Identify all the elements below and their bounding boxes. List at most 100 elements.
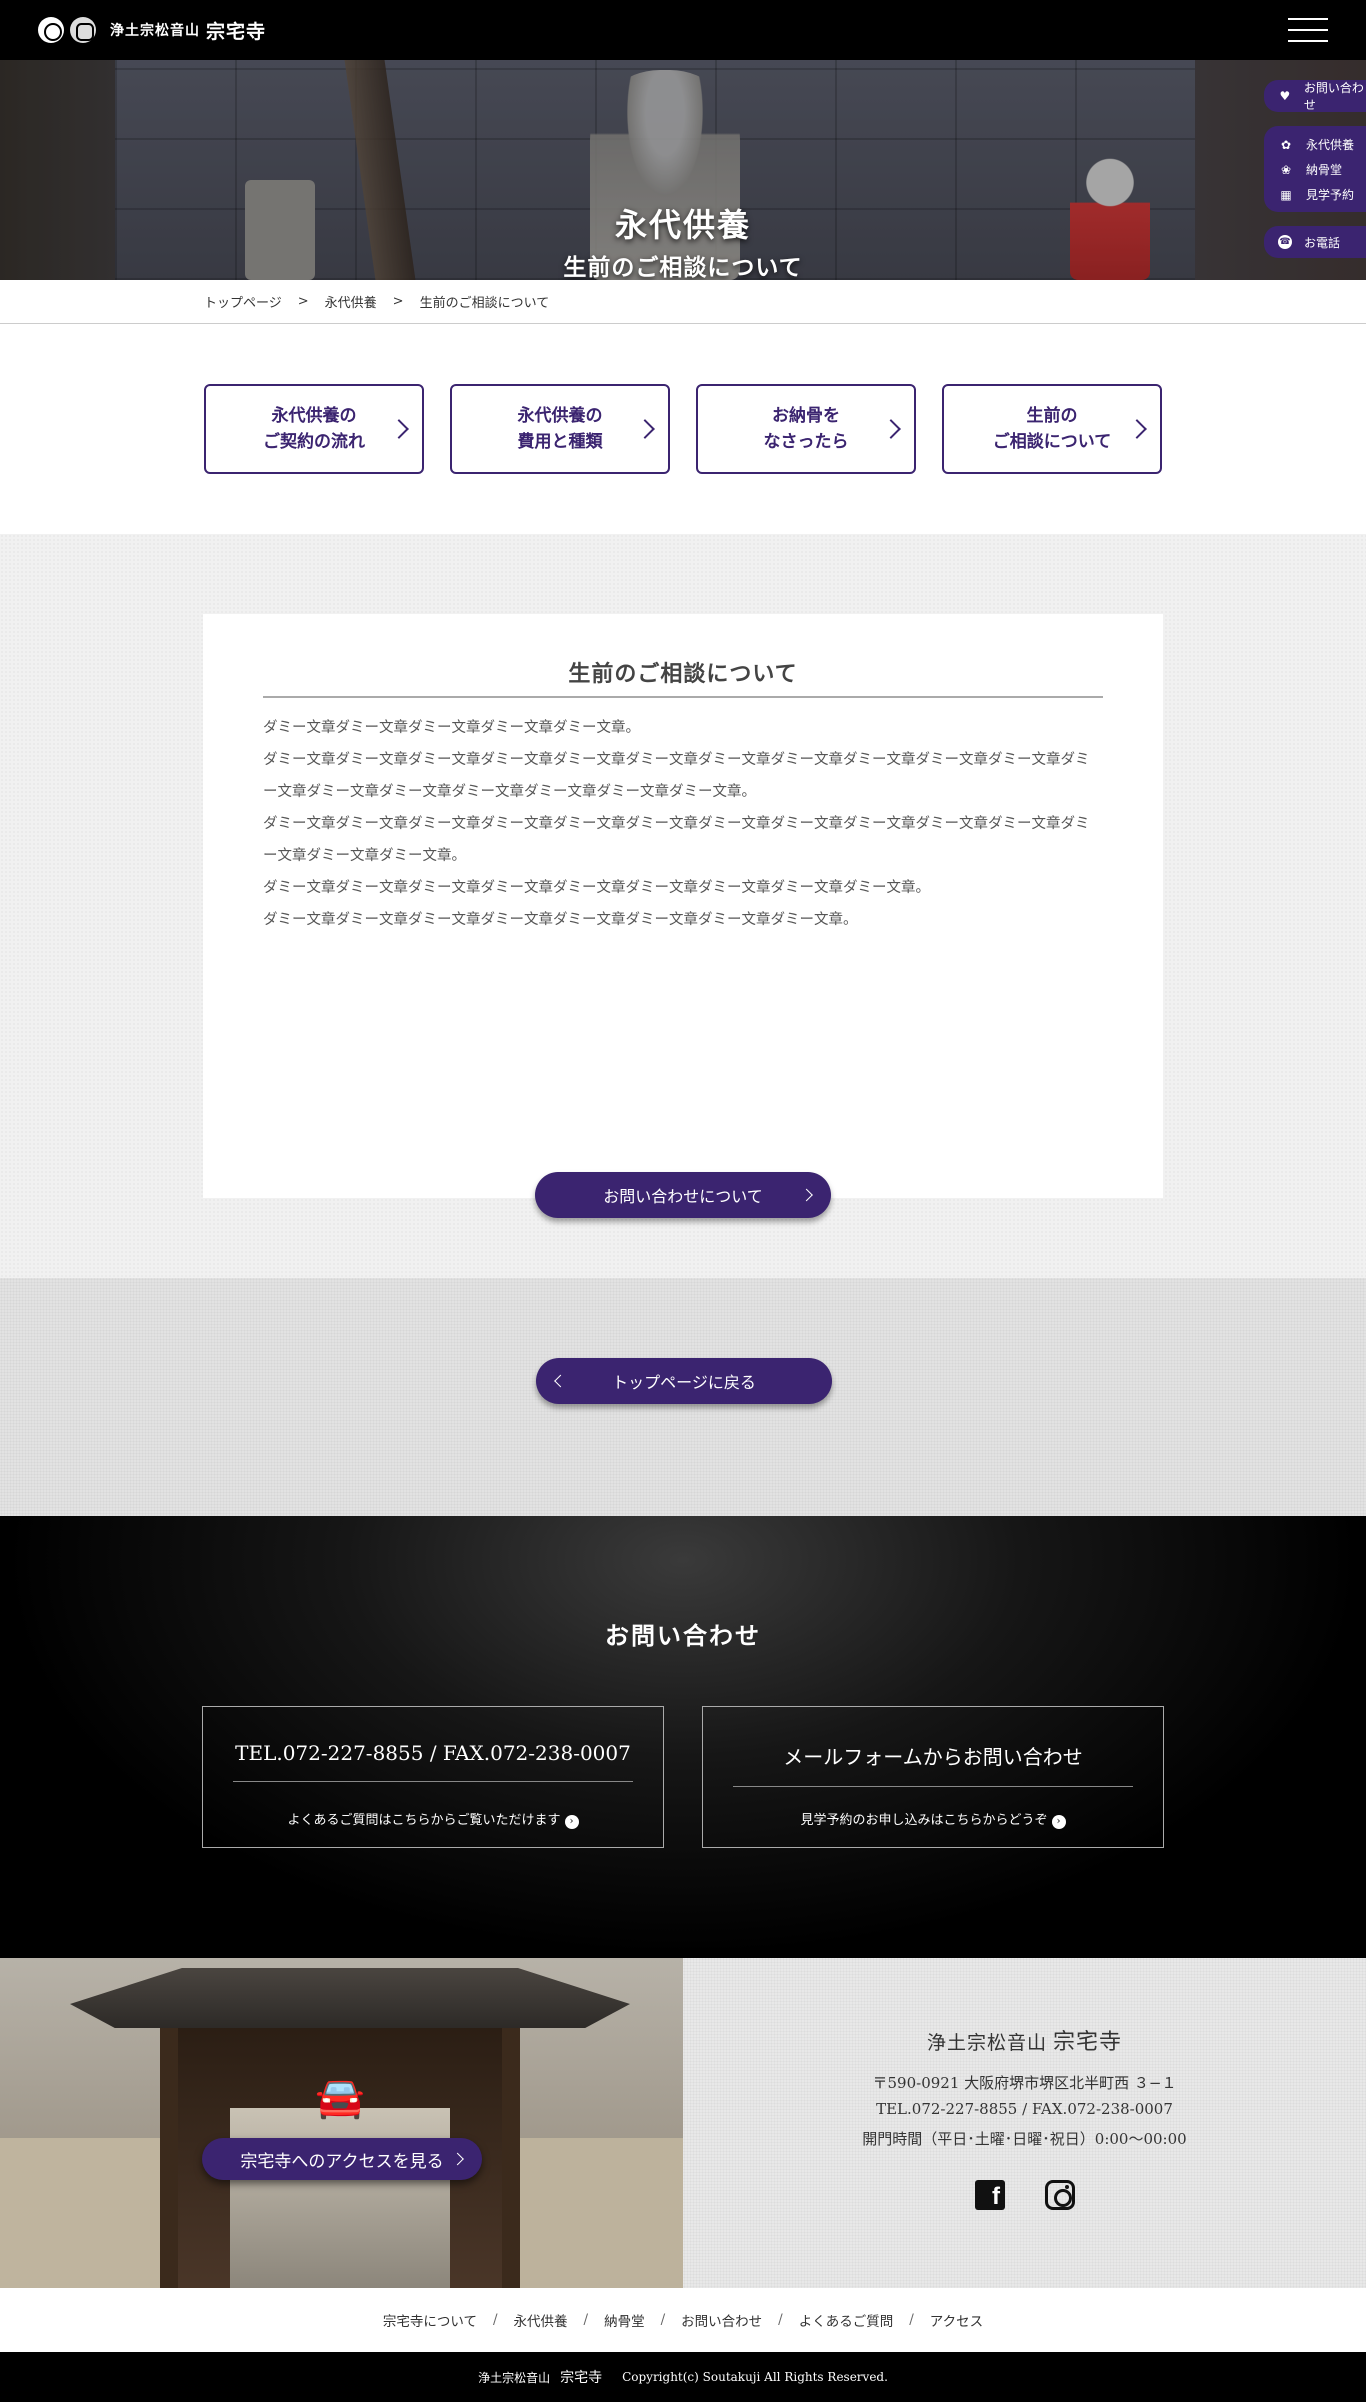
side-nav-label: 見学予約 — [1306, 188, 1355, 202]
footer-separator: / — [909, 2312, 914, 2328]
temple-gate-image — [70, 1968, 630, 2028]
arrow-circle-icon: › — [564, 1815, 579, 1829]
footer-link-faq[interactable]: よくあるご質問 — [799, 2310, 894, 2330]
subnav-contract-flow-button[interactable]: 永代供養の ご契約の流れ — [204, 384, 424, 474]
chevron-right-icon — [635, 419, 655, 439]
chevron-right-icon — [389, 419, 409, 439]
section-title: 生前のご相談について — [263, 656, 1103, 698]
section-body: ダミー文章ダミー文章ダミー文章ダミー文章ダミー文章。 ダミー文章ダミー文章ダミー… — [263, 712, 1103, 936]
facebook-icon[interactable]: f — [975, 2180, 1005, 2210]
temple-name: 浄土宗松音山 宗宅寺 — [683, 2024, 1366, 2056]
temple-name-sub: 浄土宗松音山 — [926, 2032, 1047, 2054]
faq-link-label: よくあるご質問はこちらからご覧いただけます — [287, 1813, 561, 1828]
chevron-right-icon — [1127, 419, 1147, 439]
temple-hours: 開門時間（平日･土曜･日曜･祝日）0:00〜00:00 — [862, 2130, 1187, 2148]
subnav-cost-types-button[interactable]: 永代供養の 費用と種類 — [450, 384, 670, 474]
tel-fax-text: TEL.072-227-8855 / FAX.072-238-0007 — [233, 1741, 633, 1782]
breadcrumb-separator: > — [392, 294, 404, 309]
phone-icon: ☎ — [1278, 235, 1292, 249]
temple-name-main: 宗宅寺 — [1053, 2030, 1123, 2055]
side-tel-label: お電話 — [1304, 235, 1341, 250]
subnav-label: 生前の ご相談について — [992, 405, 1112, 452]
contact-section: お問い合わせ TEL.072-227-8855 / FAX.072-238-00… — [0, 1516, 1366, 1958]
lotus-icon: ✿ — [1280, 137, 1292, 152]
subnav-label: お納骨を なさったら — [763, 405, 849, 452]
side-contact-label: お問い合わせ — [1303, 81, 1364, 112]
temple-tel-fax: TEL.072-227-8855 / FAX.072-238-0007 — [876, 2100, 1173, 2118]
logo-main-text: 宗宅寺 — [206, 20, 267, 43]
footer-separator: / — [660, 2312, 666, 2328]
breadcrumb: トップページ > 永代供養 > 生前のご相談について — [0, 280, 1366, 324]
temple-crest-icon — [70, 17, 96, 43]
contact-title: お問い合わせ — [605, 1621, 761, 1650]
car-icon: 🚘 — [315, 2075, 365, 2121]
footer-link-nokotsudo[interactable]: 納骨堂 — [604, 2310, 645, 2330]
side-nav-label: 永代供養 — [1306, 138, 1355, 152]
footer-link-access[interactable]: アクセス — [930, 2310, 983, 2330]
temple-address: 〒590-0921 大阪府堺市堺区北半町西 ３−１ — [872, 2074, 1177, 2092]
footer-link-about[interactable]: 宗宅寺について — [383, 2310, 477, 2330]
hero-title: 永代供養 — [614, 206, 751, 244]
chevron-right-icon — [800, 1188, 813, 1202]
content-section: 生前のご相談について ダミー文章ダミー文章ダミー文章ダミー文章ダミー文章。 ダミ… — [0, 534, 1366, 1278]
breadcrumb-item-top[interactable]: トップページ — [204, 292, 282, 311]
side-nav-group: ✿ 永代供養 ❀ 納骨堂 ▦ 見学予約 — [1264, 126, 1366, 212]
footer-separator: / — [583, 2312, 589, 2328]
content-card: 生前のご相談について ダミー文章ダミー文章ダミー文章ダミー文章ダミー文章。 ダミ… — [203, 614, 1163, 1218]
footer-link-eitai[interactable]: 永代供養 — [514, 2310, 568, 2330]
flower-icon: ❀ — [1280, 162, 1292, 177]
faq-link[interactable]: よくあるご質問はこちらからご覧いただけます › — [233, 1809, 633, 1829]
subnav-label: 永代供養の ご契約の流れ — [263, 405, 365, 452]
side-tel-button[interactable]: ☎ お電話 — [1264, 226, 1366, 258]
chevron-left-icon — [554, 1374, 567, 1388]
contact-info-button-label: お問い合わせについて — [603, 1187, 763, 1206]
back-to-top-label: トップページに戻る — [612, 1373, 756, 1392]
sub-navigation: 永代供養の ご契約の流れ 永代供養の 費用と種類 お納骨を なさったら 生前の … — [204, 384, 1162, 474]
chevron-right-icon — [881, 419, 901, 439]
body-paragraph: ダミー文章ダミー文章ダミー文章ダミー文章ダミー文章。 — [263, 720, 640, 736]
reservation-link[interactable]: 見学予約のお申し込みはこちらからどうぞ › — [733, 1809, 1133, 1829]
subnav-consultation-button[interactable]: 生前の ご相談について — [942, 384, 1162, 474]
hamburger-menu-icon[interactable] — [1288, 18, 1328, 42]
arrow-circle-icon: › — [1051, 1815, 1066, 1829]
subnav-label: 永代供養の 費用と種類 — [517, 405, 603, 452]
site-header: 浄土宗松音山 宗宅寺 — [0, 0, 1366, 60]
instagram-icon[interactable] — [1045, 2180, 1075, 2210]
hero-subtitle: 生前のご相談について — [563, 254, 803, 280]
footer-link-contact[interactable]: お問い合わせ — [681, 2310, 762, 2330]
breadcrumb-item-current: 生前のご相談について — [419, 296, 550, 311]
family-crest-icon — [38, 17, 64, 43]
reservation-link-label: 見学予約のお申し込みはこちらからどうぞ — [800, 1813, 1048, 1828]
body-paragraph: ダミー文章ダミー文章ダミー文章ダミー文章ダミー文章ダミー文章ダミー文章ダミー文章… — [263, 752, 1090, 800]
copyright-text: Copyright(c) Soutakuji All Rights Reserv… — [622, 2370, 888, 2384]
side-nav-item-eitai[interactable]: ✿ 永代供養 — [1278, 132, 1366, 157]
chevron-right-icon — [451, 2152, 464, 2166]
footer-nav: 宗宅寺について / 永代供養 / 納骨堂 / お問い合わせ / よくあるご質問 … — [0, 2288, 1366, 2352]
access-photo: 🚘 宗宅寺へのアクセスを見る — [0, 1958, 683, 2288]
breadcrumb-separator: > — [297, 294, 309, 309]
temple-info: 浄土宗松音山 宗宅寺 〒590-0921 大阪府堺市堺区北半町西 ３−１ TEL.… — [683, 1958, 1366, 2288]
body-paragraph: ダミー文章ダミー文章ダミー文章ダミー文章ダミー文章ダミー文章ダミー文章ダミー文章… — [263, 912, 858, 928]
back-section: トップページに戻る — [0, 1278, 1366, 1516]
site-logo[interactable]: 浄土宗松音山 宗宅寺 — [38, 17, 266, 44]
body-paragraph: ダミー文章ダミー文章ダミー文章ダミー文章ダミー文章ダミー文章ダミー文章ダミー文章… — [263, 816, 1090, 864]
hero-banner: 永代供養 生前のご相談について — [0, 60, 1366, 280]
access-button[interactable]: 宗宅寺へのアクセスを見る — [202, 2138, 482, 2180]
calendar-icon: ▦ — [1280, 187, 1292, 202]
access-button-label: 宗宅寺へのアクセスを見る — [240, 2151, 444, 2172]
side-nav-item-nokotsudo[interactable]: ❀ 納骨堂 — [1278, 157, 1366, 182]
side-nav-item-reservation[interactable]: ▦ 見学予約 — [1278, 182, 1366, 207]
contact-info-button[interactable]: お問い合わせについて — [535, 1172, 831, 1218]
tel-contact-box[interactable]: TEL.072-227-8855 / FAX.072-238-0007 よくある… — [202, 1706, 664, 1848]
side-contact-button[interactable]: ♥ お問い合わせ — [1264, 80, 1366, 112]
footer-brand-sub: 浄土宗松音山 — [478, 2371, 551, 2385]
breadcrumb-item-eitai[interactable]: 永代供養 — [325, 292, 377, 311]
mail-contact-box[interactable]: メールフォームからお問い合わせ 見学予約のお申し込みはこちらからどうぞ › — [702, 1706, 1164, 1848]
subnav-after-burial-button[interactable]: お納骨を なさったら — [696, 384, 916, 474]
body-paragraph: ダミー文章ダミー文章ダミー文章ダミー文章ダミー文章ダミー文章ダミー文章ダミー文章… — [263, 880, 930, 896]
back-to-top-button[interactable]: トップページに戻る — [536, 1358, 832, 1404]
footer-separator: / — [492, 2312, 498, 2328]
mail-form-text: メールフォームからお問い合わせ — [733, 1741, 1133, 1787]
footer-brand: 浄土宗松音山 宗宅寺 — [478, 2367, 602, 2387]
logo-sub-text: 浄土宗松音山 — [110, 23, 200, 39]
